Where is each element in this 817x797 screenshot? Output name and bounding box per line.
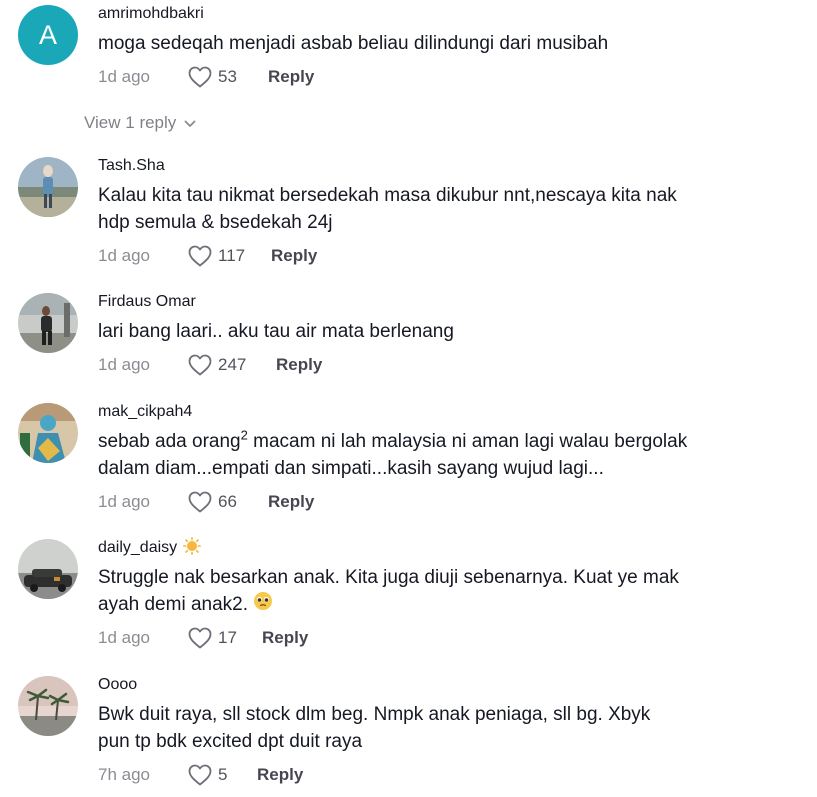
comment-username[interactable]: Firdaus Omar [98,293,808,311]
comment-text-line: dalam diam...empati dan simpati...kasih … [98,458,604,479]
heart-icon[interactable] [188,491,212,513]
avatar[interactable] [18,539,78,599]
comment-time: 1d ago [98,492,150,511]
view-replies-label: View 1 reply [84,113,177,132]
like-count: 17 [218,628,237,647]
comment-time: 1d ago [98,355,150,374]
like-button[interactable]: 66 [188,491,268,513]
superscript: 2 [240,427,248,443]
text-span: ayah demi anak2. [98,594,248,616]
reply-button[interactable]: Reply [271,246,317,266]
comment-meta: 1d ago 247 Reply [98,353,322,377]
comment-text: lari bang laari.. aku tau air mata berle… [98,321,454,342]
comment-username[interactable]: daily_daisy [98,536,808,560]
comment-username[interactable]: Oooo [98,676,808,694]
avatar[interactable] [18,157,78,217]
reply-button[interactable]: Reply [257,765,303,785]
pleading-face-emoji-icon [253,591,273,619]
comment-username[interactable]: Tash.Sha [98,157,808,175]
comment-body: Oooo Bwk duit raya, sll stock dlm beg. N… [98,676,808,786]
username-text[interactable]: mak_cikpah4 [98,403,192,421]
comment-time: 1d ago [98,246,150,265]
comment-text: moga sedeqah menjadi asbab beliau dilind… [98,33,609,54]
comment-text-line: Struggle nak besarkan anak. Kita juga di… [98,567,679,588]
heart-icon[interactable] [188,354,212,376]
heart-icon[interactable] [188,627,212,649]
view-replies-button[interactable]: View 1 reply [84,113,196,133]
comment-username[interactable]: mak_cikpah4 [98,403,808,421]
like-button[interactable]: 5 [188,764,257,786]
avatar[interactable] [18,676,78,736]
text-span: macam ni lah malaysia ni aman lagi walau… [247,431,688,452]
comment-text-line: pun tp bdk excited dpt duit raya [98,731,363,752]
comment-text-line: Kalau kita tau nikmat bersedekah masa di… [98,185,677,206]
chevron-down-icon [184,113,196,133]
comment-text: Bwk duit raya, sll stock dlm beg. Nmpk a… [98,701,808,755]
like-count: 117 [218,246,246,265]
comment-body: Firdaus Omar lari bang laari.. aku tau a… [98,293,808,376]
comment-text-line: ayah demi anak2. [98,591,808,619]
text-span: sebab ada orang [98,431,241,452]
like-button[interactable]: 17 [188,627,262,649]
username-text[interactable]: amrimohdbakri [98,5,204,23]
comment-meta: 1d ago 53 Reply [98,65,314,89]
comment-body: daily_daisy Struggle nak besarkan anak. … [98,536,808,649]
username-text[interactable]: Oooo [98,676,137,694]
reply-button[interactable]: Reply [276,355,322,375]
comment-text-line: hdp semula & bsedekah 24j [98,212,333,233]
comment-time: 1d ago [98,67,150,86]
comment-text-line: sebab ada orang2 macam ni lah malaysia n… [98,428,808,455]
comment-body: mak_cikpah4 sebab ada orang2 macam ni la… [98,403,808,513]
comment-text: Kalau kita tau nikmat bersedekah masa di… [98,182,808,236]
comment-body: Tash.Sha Kalau kita tau nikmat bersedeka… [98,157,808,267]
username-text[interactable]: Tash.Sha [98,157,165,175]
like-button[interactable]: 53 [188,66,268,88]
comment-text-line: Bwk duit raya, sll stock dlm beg. Nmpk a… [98,704,651,725]
avatar[interactable]: A [18,5,78,65]
comment-time: 7h ago [98,765,150,784]
like-count: 66 [218,492,237,511]
sun-emoji-icon [183,536,202,560]
like-button[interactable]: 247 [188,354,276,376]
comment-body: amrimohdbakri moga sedeqah menjadi asbab… [98,5,808,88]
like-count: 5 [218,765,228,784]
like-count: 247 [218,355,247,374]
like-count: 53 [218,67,237,86]
comment-meta: 1d ago 66 Reply [98,490,314,514]
comment-meta: 1d ago 17 Reply [98,626,308,650]
reply-button[interactable]: Reply [262,628,308,648]
reply-button[interactable]: Reply [268,492,314,512]
avatar[interactable] [18,293,78,353]
heart-icon[interactable] [188,245,212,267]
like-button[interactable]: 117 [188,245,271,267]
comment-time: 1d ago [98,628,150,647]
comment-text: sebab ada orang2 macam ni lah malaysia n… [98,428,808,482]
avatar[interactable] [18,403,78,463]
reply-button[interactable]: Reply [268,67,314,87]
username-text[interactable]: Firdaus Omar [98,293,196,311]
comment-meta: 1d ago 117 Reply [98,244,317,268]
username-text[interactable]: daily_daisy [98,539,177,557]
comment-text: Struggle nak besarkan anak. Kita juga di… [98,564,808,619]
comment-username[interactable]: amrimohdbakri [98,5,808,23]
heart-icon[interactable] [188,764,212,786]
comment-meta: 7h ago 5 Reply [98,763,303,787]
heart-icon[interactable] [188,66,212,88]
